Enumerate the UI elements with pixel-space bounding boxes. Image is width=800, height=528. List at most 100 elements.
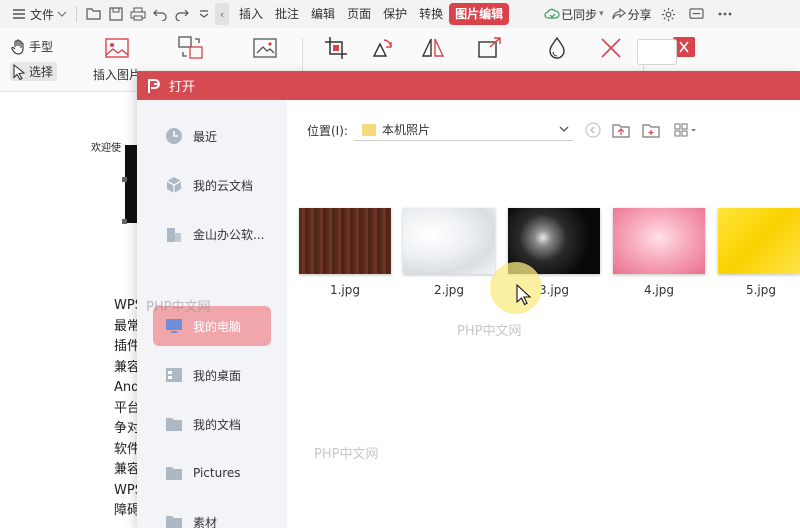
select-tool-label: 选择 [29, 65, 54, 79]
sidebar-item-label: 我的云文档 [193, 178, 254, 193]
image-frame-icon [253, 38, 277, 58]
sync-label: 已同步 [561, 7, 598, 22]
tab-edit[interactable]: 编辑 [305, 3, 341, 25]
file-thumbnail[interactable] [299, 208, 391, 274]
sidebar-item-label: 我的桌面 [193, 368, 242, 383]
file-name[interactable]: 1.jpg [299, 283, 391, 297]
tab-insert[interactable]: 插入 [233, 3, 269, 25]
clock-icon [166, 128, 182, 144]
watermark-text: PHP中文网 [457, 324, 522, 339]
resize-handle[interactable] [122, 177, 127, 182]
sidebar-item-label: 我的文档 [193, 417, 242, 432]
dialog-title-bar[interactable]: 打开 [137, 71, 800, 100]
sidebar-item-label: 金山办公软... [193, 227, 265, 242]
folder-icon [361, 123, 376, 136]
desktop-icon [166, 368, 182, 382]
open-file-dialog: 打开 最近 我的云文档 金山办公软... 我的电脑 我的桌面 我的文档 Pict… [137, 71, 800, 528]
rotate-icon [372, 39, 392, 57]
color-button[interactable] [544, 36, 570, 60]
crop-button[interactable] [324, 36, 350, 60]
undo-icon[interactable] [149, 3, 171, 25]
flip-button[interactable] [420, 36, 446, 60]
file-name[interactable]: 2.jpg [403, 283, 495, 297]
monitor-icon [166, 319, 182, 333]
sidebar-item-my-documents[interactable]: 我的文档 [153, 404, 271, 444]
wps-logo-icon [148, 78, 160, 93]
tab-page[interactable]: 页面 [341, 3, 377, 25]
close-x-icon [601, 38, 621, 58]
new-folder-icon[interactable] [641, 120, 661, 140]
file-name[interactable]: 5.jpg [715, 283, 800, 297]
cloud-sync-icon [543, 3, 561, 25]
rotate-button[interactable] [370, 36, 396, 60]
sidebar-item-my-desktop[interactable]: 我的桌面 [153, 355, 271, 395]
redo-icon[interactable] [171, 3, 193, 25]
file-menu[interactable]: 文件 [8, 0, 70, 28]
image-tool-button[interactable] [252, 36, 278, 60]
sidebar-item-label: 最近 [193, 129, 218, 144]
drop-icon [549, 36, 565, 59]
sidebar-item-label: 素材 [193, 515, 218, 528]
sidebar-item-label: Pictures [193, 466, 241, 480]
customize-quick-access-icon[interactable] [193, 3, 215, 25]
delete-button[interactable] [598, 36, 624, 60]
hamburger-icon [8, 3, 30, 25]
folder-icon [166, 418, 182, 431]
location-dropdown[interactable]: 本机照片 [353, 119, 573, 141]
tab-protect[interactable]: 保护 [377, 3, 413, 25]
share-label: 分享 [627, 7, 652, 22]
divider [76, 6, 78, 22]
wps-window: 文件 ‹ 插入 批注 编辑 页面 保护 转换 图片编辑 已同步 ▾ 分享 手型 … [0, 0, 800, 528]
file-thumbnail[interactable] [403, 208, 495, 274]
print-icon[interactable] [127, 3, 149, 25]
open-folder-icon[interactable] [83, 3, 105, 25]
up-folder-icon[interactable] [611, 120, 631, 140]
file-menu-label: 文件 [30, 7, 55, 22]
resize-button[interactable] [477, 36, 503, 60]
insert-image-button[interactable]: 插入图片 [93, 36, 141, 83]
file-name[interactable]: 4.jpg [613, 283, 705, 297]
sidebar-item-cloud-docs[interactable]: 我的云文档 [153, 165, 271, 205]
location-value: 本机照片 [381, 123, 430, 137]
resize-handle[interactable] [122, 219, 127, 224]
sidebar-item-recent[interactable]: 最近 [153, 116, 271, 156]
image-icon [105, 38, 129, 58]
sidebar-item-kingsoft[interactable]: 金山办公软... [153, 214, 271, 254]
tab-image-edit[interactable]: 图片编辑 [449, 3, 510, 25]
settings-gear-icon[interactable] [658, 3, 680, 25]
dialog-title: 打开 [169, 80, 196, 95]
search-input[interactable] [637, 39, 677, 65]
cloud-cube-icon [166, 177, 182, 193]
tab-comment[interactable]: 批注 [269, 3, 305, 25]
folder-icon [166, 516, 182, 528]
tab-convert[interactable]: 转换 [413, 3, 449, 25]
sync-status[interactable]: 已同步 ▾ [543, 0, 604, 28]
collapse-tabs-button[interactable]: ‹ [215, 3, 230, 25]
message-icon[interactable] [686, 3, 708, 25]
hand-tool-label: 手型 [29, 40, 54, 54]
view-mode-icon[interactable] [671, 120, 701, 140]
save-icon[interactable] [105, 3, 127, 25]
pointer-icon [13, 63, 26, 80]
insert-image-label: 插入图片 [93, 68, 142, 82]
chevron-down-icon [559, 122, 569, 135]
share-icon [610, 3, 628, 25]
sidebar-item-materials[interactable]: 素材 [153, 502, 271, 528]
resize-image-icon [478, 37, 501, 58]
more-options-icon[interactable] [714, 3, 736, 25]
back-arrow-icon[interactable] [583, 120, 603, 140]
hand-tool-button[interactable]: 手型 [10, 38, 53, 55]
menu-bar: 文件 ‹ 插入 批注 编辑 页面 保护 转换 图片编辑 已同步 ▾ 分享 [0, 0, 800, 28]
mouse-pointer-icon [516, 284, 532, 306]
chevron-down-icon [54, 3, 70, 25]
sidebar-item-pictures[interactable]: Pictures [153, 453, 271, 493]
file-thumbnail[interactable] [718, 208, 800, 274]
caret-down-icon: ▾ [599, 9, 604, 19]
hand-icon [11, 38, 24, 55]
replace-image-button[interactable] [178, 36, 204, 60]
replace-image-icon [178, 36, 203, 59]
select-tool-button[interactable]: 选择 [10, 62, 58, 81]
share-button[interactable]: 分享 [610, 0, 652, 28]
dialog-file-browser: 位置(I): 本机照片 1.jpg 2.jpg 3.jpg 4.jpg 5.jp… [287, 100, 800, 528]
file-thumbnail[interactable] [613, 208, 705, 274]
